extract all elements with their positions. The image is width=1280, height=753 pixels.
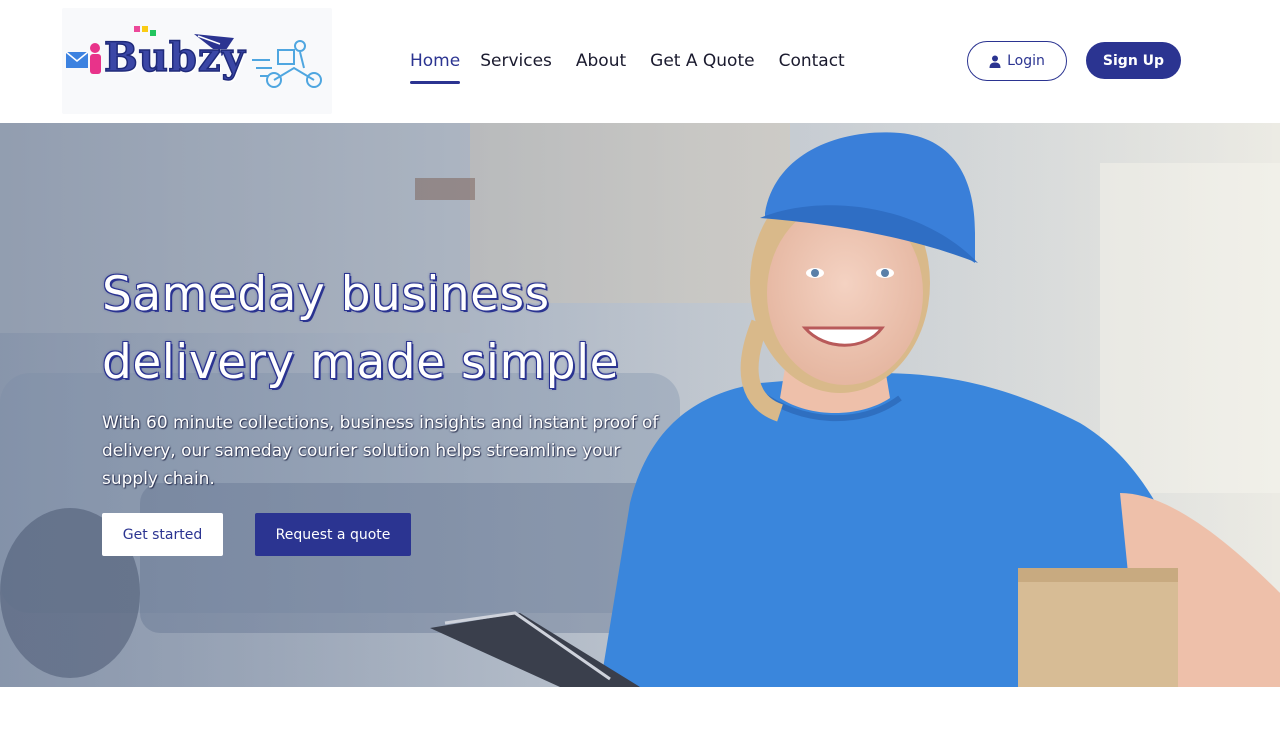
user-icon bbox=[989, 55, 1001, 68]
nav-services[interactable]: Services bbox=[480, 48, 552, 76]
logo-wordmark: Bubzy bbox=[103, 33, 246, 82]
get-started-label: Get started bbox=[122, 526, 203, 543]
get-started-button[interactable]: Get started bbox=[102, 513, 223, 556]
request-quote-button[interactable]: Request a quote bbox=[255, 513, 411, 556]
login-label: Login bbox=[1007, 53, 1045, 69]
request-quote-label: Request a quote bbox=[275, 526, 391, 543]
hero-title-line-2: delivery made simple bbox=[102, 335, 620, 390]
nav-about[interactable]: About bbox=[576, 48, 626, 76]
hero-subtitle: With 60 minute collections, business ins… bbox=[102, 413, 659, 489]
main-nav: Home Services About Get A Quote Contact bbox=[410, 48, 845, 88]
hero-background-photo bbox=[0, 123, 1280, 687]
hero-title: Sameday business delivery made simple bbox=[102, 261, 742, 397]
nav-contact[interactable]: Contact bbox=[779, 48, 845, 76]
login-button[interactable]: Login bbox=[967, 41, 1067, 81]
site-header: Bubzy Home Services About Get A Quote Co… bbox=[0, 0, 1280, 123]
hero-section: Sameday business delivery made simple Wi… bbox=[0, 123, 1280, 687]
nav-get-a-quote[interactable]: Get A Quote bbox=[650, 48, 754, 76]
hero-title-line-1: Sameday business bbox=[102, 267, 550, 322]
signup-label: Sign Up bbox=[1102, 52, 1165, 69]
bubzy-logo[interactable]: Bubzy bbox=[62, 8, 332, 114]
nav-home[interactable]: Home bbox=[410, 48, 461, 84]
signup-button[interactable]: Sign Up bbox=[1086, 42, 1181, 79]
